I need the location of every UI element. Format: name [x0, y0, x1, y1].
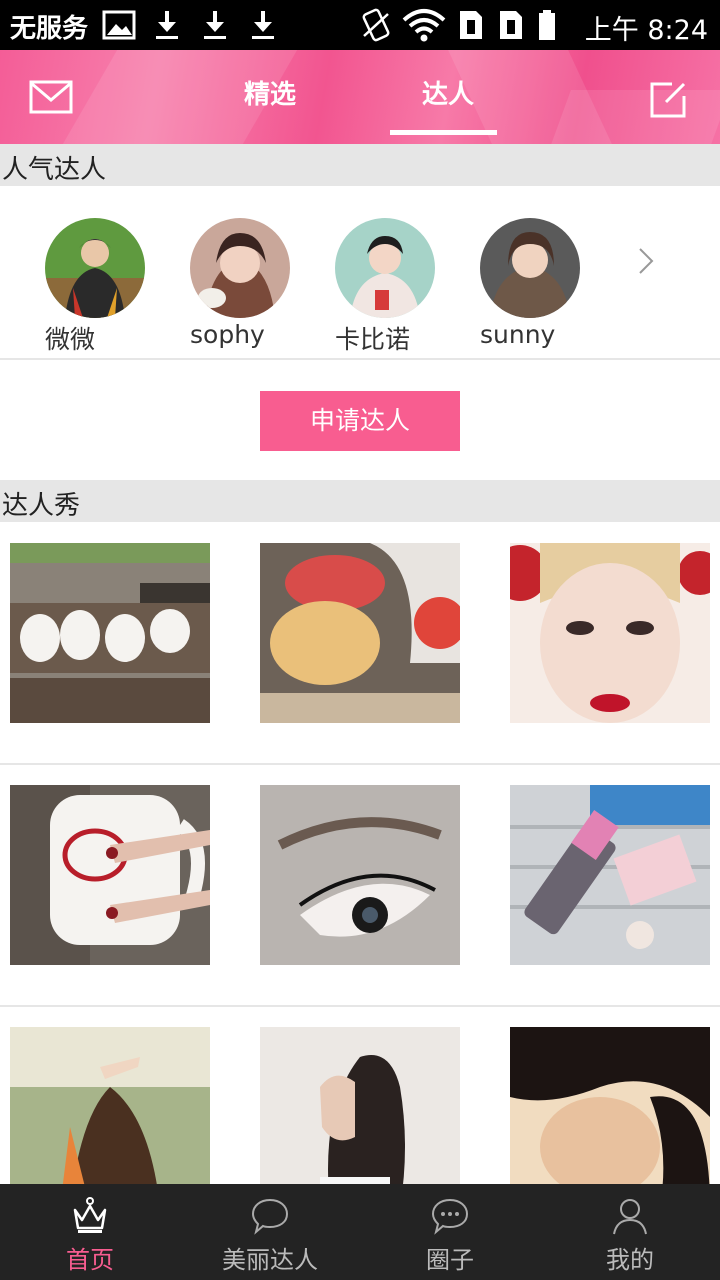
expert-card[interactable]: 微微	[45, 218, 155, 356]
carrier-label: 无服务	[10, 14, 89, 44]
photo-thumbnail[interactable]	[510, 785, 710, 965]
nav-label: 我的	[606, 1246, 654, 1274]
expert-name: 微微	[45, 325, 96, 354]
photo-thumbnail[interactable]	[10, 785, 210, 965]
photo-thumbnail[interactable]	[260, 543, 460, 723]
avatar[interactable]	[335, 218, 435, 318]
avatar[interactable]	[190, 218, 290, 318]
nav-label: 圈子	[426, 1246, 474, 1274]
tab-experts[interactable]: 达人	[408, 74, 488, 111]
no-sim-icon	[362, 8, 390, 42]
sim-2-icon	[500, 11, 522, 39]
mail-icon[interactable]	[28, 78, 74, 118]
chevron-right-icon[interactable]	[636, 246, 656, 276]
expert-card[interactable]: sunny	[480, 218, 590, 349]
nav-circles[interactable]: 圈子	[360, 1184, 540, 1280]
nav-label: 美丽达人	[222, 1246, 318, 1274]
app-screen: 无服务 上午 8:24 精选 达人 人气达人 微微 sophy 卡比诺 sunn…	[0, 0, 720, 1280]
photo-thumbnail[interactable]	[10, 1027, 210, 1207]
battery-icon	[539, 10, 555, 40]
expert-name: sunny	[480, 320, 556, 349]
photo-thumbnail[interactable]	[510, 1027, 710, 1207]
system-icons	[360, 8, 558, 42]
bottom-navigation: 首页 美丽达人 圈子 我的	[0, 1184, 720, 1280]
top-header: 精选 达人	[0, 50, 720, 144]
grid-row	[0, 523, 720, 765]
expert-name: 卡比诺	[335, 325, 411, 354]
person-icon	[613, 1199, 647, 1235]
expert-name: sophy	[190, 320, 265, 349]
crown-icon	[73, 1197, 107, 1233]
apply-area: 申请达人	[0, 362, 720, 480]
nav-mine[interactable]: 我的	[540, 1184, 720, 1280]
sim-1-icon	[460, 11, 482, 39]
avatar[interactable]	[480, 218, 580, 318]
header-facet	[549, 90, 720, 144]
clock: 上午 8:24	[584, 15, 708, 46]
active-tab-indicator	[390, 130, 497, 135]
photo-thumbnail[interactable]	[260, 785, 460, 965]
section-header-expert-show: 达人秀	[0, 480, 720, 522]
expert-show-grid	[0, 523, 720, 1249]
avatar[interactable]	[45, 218, 145, 318]
grid-row	[0, 765, 720, 1007]
nav-beauty-experts[interactable]: 美丽达人	[180, 1184, 360, 1280]
section-title: 达人秀	[2, 491, 81, 521]
apply-expert-button[interactable]: 申请达人	[260, 391, 460, 451]
chat-bubble-icon	[251, 1198, 289, 1235]
download-icon	[252, 11, 274, 39]
compose-icon[interactable]	[646, 78, 690, 122]
photo-thumbnail[interactable]	[260, 1027, 460, 1207]
section-header-popular: 人气达人	[0, 144, 720, 186]
download-icon	[156, 11, 178, 39]
status-bar: 无服务 上午 8:24	[0, 0, 720, 50]
image-icon	[102, 10, 136, 40]
popular-experts-row: 微微 sophy 卡比诺 sunny	[0, 188, 720, 360]
section-title: 人气达人	[2, 155, 107, 185]
wifi-icon	[402, 9, 446, 42]
expert-card[interactable]: 卡比诺	[335, 218, 445, 356]
expert-card[interactable]: sophy	[190, 218, 300, 349]
notification-icons	[102, 9, 280, 41]
tab-featured[interactable]: 精选	[230, 74, 310, 111]
download-icon	[204, 11, 226, 39]
photo-thumbnail[interactable]	[510, 543, 710, 723]
nav-home[interactable]: 首页	[0, 1184, 180, 1280]
chat-dots-icon	[431, 1198, 469, 1235]
nav-label: 首页	[66, 1246, 114, 1274]
photo-thumbnail[interactable]	[10, 543, 210, 723]
